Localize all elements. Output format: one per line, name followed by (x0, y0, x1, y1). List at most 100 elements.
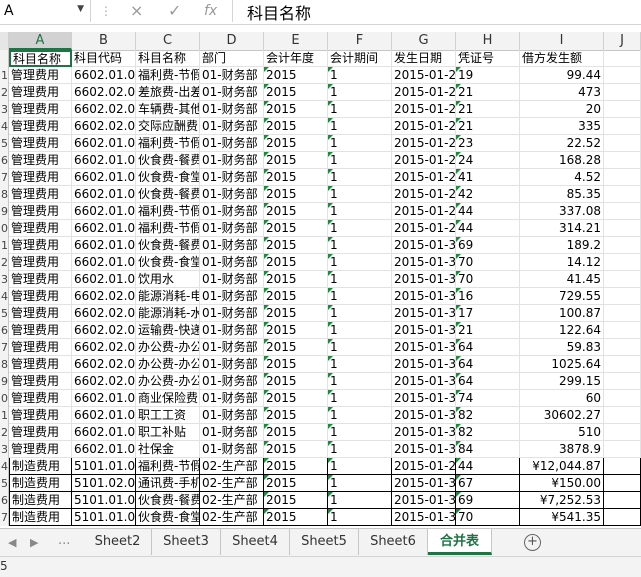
debit-amount-cell[interactable]: 189.2 (520, 237, 604, 254)
fiscal-period-cell[interactable]: 1 (328, 118, 392, 135)
voucher-cell[interactable]: 41 (456, 169, 520, 186)
row-number[interactable]: 6 (0, 492, 9, 509)
date-cell[interactable]: 2015-01-3 (392, 475, 456, 492)
fiscal-year-cell[interactable]: 2015 (264, 271, 328, 288)
debit-amount-cell[interactable]: 99.44 (520, 67, 604, 84)
fiscal-period-cell[interactable]: 1 (328, 203, 392, 220)
department-cell[interactable]: 01-财务部 (200, 67, 264, 84)
column-header-b[interactable]: B (72, 32, 136, 50)
fiscal-period-cell[interactable]: 1 (328, 373, 392, 390)
date-cell[interactable]: 2015-01-3 (392, 237, 456, 254)
date-cell[interactable]: 2015-01-3 (392, 339, 456, 356)
subject-name-cell[interactable]: 办公费-办公 (136, 339, 200, 356)
voucher-cell[interactable]: 84 (456, 441, 520, 458)
fiscal-period-cell[interactable]: 1 (328, 271, 392, 288)
row-number[interactable]: 6 (0, 152, 9, 169)
account-code-cell[interactable]: 6602.02.06 (72, 356, 136, 373)
debit-amount-cell[interactable]: 473 (520, 84, 604, 101)
fiscal-period-cell[interactable]: 1 (328, 84, 392, 101)
empty-cell[interactable] (604, 50, 641, 67)
subject-name-cell[interactable]: 伙食费-餐费 (136, 186, 200, 203)
voucher-cell[interactable]: 19 (456, 67, 520, 84)
date-cell[interactable]: 2015-01-3 (392, 492, 456, 509)
voucher-cell[interactable]: 44 (456, 220, 520, 237)
subject-name-cell[interactable]: 交际应酬费 (136, 118, 200, 135)
header-cell[interactable]: 部门 (200, 50, 264, 67)
subject-name-cell[interactable]: 社保金 (136, 441, 200, 458)
account-code-cell[interactable]: 6602.02.09 (72, 305, 136, 322)
department-cell[interactable]: 01-财务部 (200, 84, 264, 101)
debit-amount-cell[interactable]: 314.21 (520, 220, 604, 237)
column-header-a[interactable]: A (9, 32, 72, 50)
fiscal-period-cell[interactable]: 1 (328, 101, 392, 118)
fiscal-period-cell[interactable]: 1 (328, 424, 392, 441)
debit-amount-cell[interactable]: 729.55 (520, 288, 604, 305)
voucher-cell[interactable]: 82 (456, 407, 520, 424)
account-name-cell[interactable]: 制造费用 (9, 492, 72, 509)
account-name-cell[interactable]: 制造费用 (9, 475, 72, 492)
subject-name-cell[interactable]: 差旅费-出差 (136, 84, 200, 101)
account-name-cell[interactable]: 管理费用 (9, 237, 72, 254)
empty-cell[interactable] (604, 458, 641, 475)
empty-cell[interactable] (604, 390, 641, 407)
voucher-cell[interactable]: 70 (456, 509, 520, 526)
tab-sheet2[interactable]: Sheet2 (84, 529, 152, 555)
date-cell[interactable]: 2015-01-3 (392, 373, 456, 390)
voucher-cell[interactable]: 42 (456, 186, 520, 203)
department-cell[interactable]: 01-财务部 (200, 135, 264, 152)
department-cell[interactable]: 01-财务部 (200, 254, 264, 271)
column-header-e[interactable]: E (264, 32, 328, 50)
header-cell[interactable]: 科目名称 (136, 50, 200, 67)
department-cell[interactable]: 01-财务部 (200, 101, 264, 118)
fiscal-period-cell[interactable]: 1 (328, 220, 392, 237)
row-number[interactable]: 1 (0, 407, 9, 424)
subject-name-cell[interactable]: 福利费-节假 (136, 135, 200, 152)
fiscal-year-cell[interactable]: 2015 (264, 67, 328, 84)
fiscal-period-cell[interactable]: 1 (328, 339, 392, 356)
department-cell[interactable]: 01-财务部 (200, 339, 264, 356)
subject-name-cell[interactable]: 伙食费-餐费 (136, 492, 200, 509)
row-number[interactable]: 4 (0, 288, 9, 305)
date-cell[interactable]: 2015-01-3 (392, 509, 456, 526)
debit-amount-cell[interactable]: ¥150.00 (520, 475, 604, 492)
date-cell[interactable]: 2015-01-3 (392, 407, 456, 424)
voucher-cell[interactable]: 69 (456, 237, 520, 254)
fiscal-year-cell[interactable]: 2015 (264, 203, 328, 220)
debit-amount-cell[interactable]: 30602.27 (520, 407, 604, 424)
fiscal-year-cell[interactable]: 2015 (264, 492, 328, 509)
subject-name-cell[interactable]: 办公费-办公 (136, 373, 200, 390)
fiscal-year-cell[interactable]: 2015 (264, 169, 328, 186)
row-number[interactable]: 2 (0, 254, 9, 271)
debit-amount-cell[interactable]: 168.28 (520, 152, 604, 169)
date-cell[interactable]: 2015-01-3 (392, 305, 456, 322)
header-cell[interactable]: 发生日期 (392, 50, 456, 67)
account-name-cell[interactable]: 管理费用 (9, 169, 72, 186)
account-code-cell[interactable]: 6602.01.04 (72, 271, 136, 288)
account-code-cell[interactable]: 6602.02.01 (72, 84, 136, 101)
voucher-cell[interactable]: 16 (456, 288, 520, 305)
voucher-cell[interactable]: 74 (456, 390, 520, 407)
debit-amount-cell[interactable]: 510 (520, 424, 604, 441)
department-cell[interactable]: 01-财务部 (200, 373, 264, 390)
date-cell[interactable]: 2015-01-3 (392, 288, 456, 305)
account-code-cell[interactable]: 6602.01.04 (72, 220, 136, 237)
department-cell[interactable]: 01-财务部 (200, 169, 264, 186)
account-code-cell[interactable]: 6602.01.04 (72, 67, 136, 84)
empty-cell[interactable] (604, 186, 641, 203)
fiscal-year-cell[interactable]: 2015 (264, 118, 328, 135)
fiscal-period-cell[interactable]: 1 (328, 135, 392, 152)
account-code-cell[interactable]: 6602.01.04 (72, 152, 136, 169)
column-header-j[interactable]: J (604, 32, 641, 50)
header-cell[interactable]: 借方发生额 (520, 50, 604, 67)
account-code-cell[interactable]: 6602.02.06 (72, 373, 136, 390)
voucher-cell[interactable]: 64 (456, 339, 520, 356)
date-cell[interactable]: 2015-01-3 (392, 356, 456, 373)
empty-cell[interactable] (604, 509, 641, 526)
account-code-cell[interactable]: 5101.01.04 (72, 492, 136, 509)
account-name-cell[interactable]: 管理费用 (9, 220, 72, 237)
department-cell[interactable]: 01-财务部 (200, 152, 264, 169)
date-cell[interactable]: 2015-01-3 (392, 390, 456, 407)
row-number[interactable] (0, 50, 9, 67)
date-cell[interactable]: 2015-01-2 (392, 220, 456, 237)
row-number[interactable]: 5 (0, 475, 9, 492)
